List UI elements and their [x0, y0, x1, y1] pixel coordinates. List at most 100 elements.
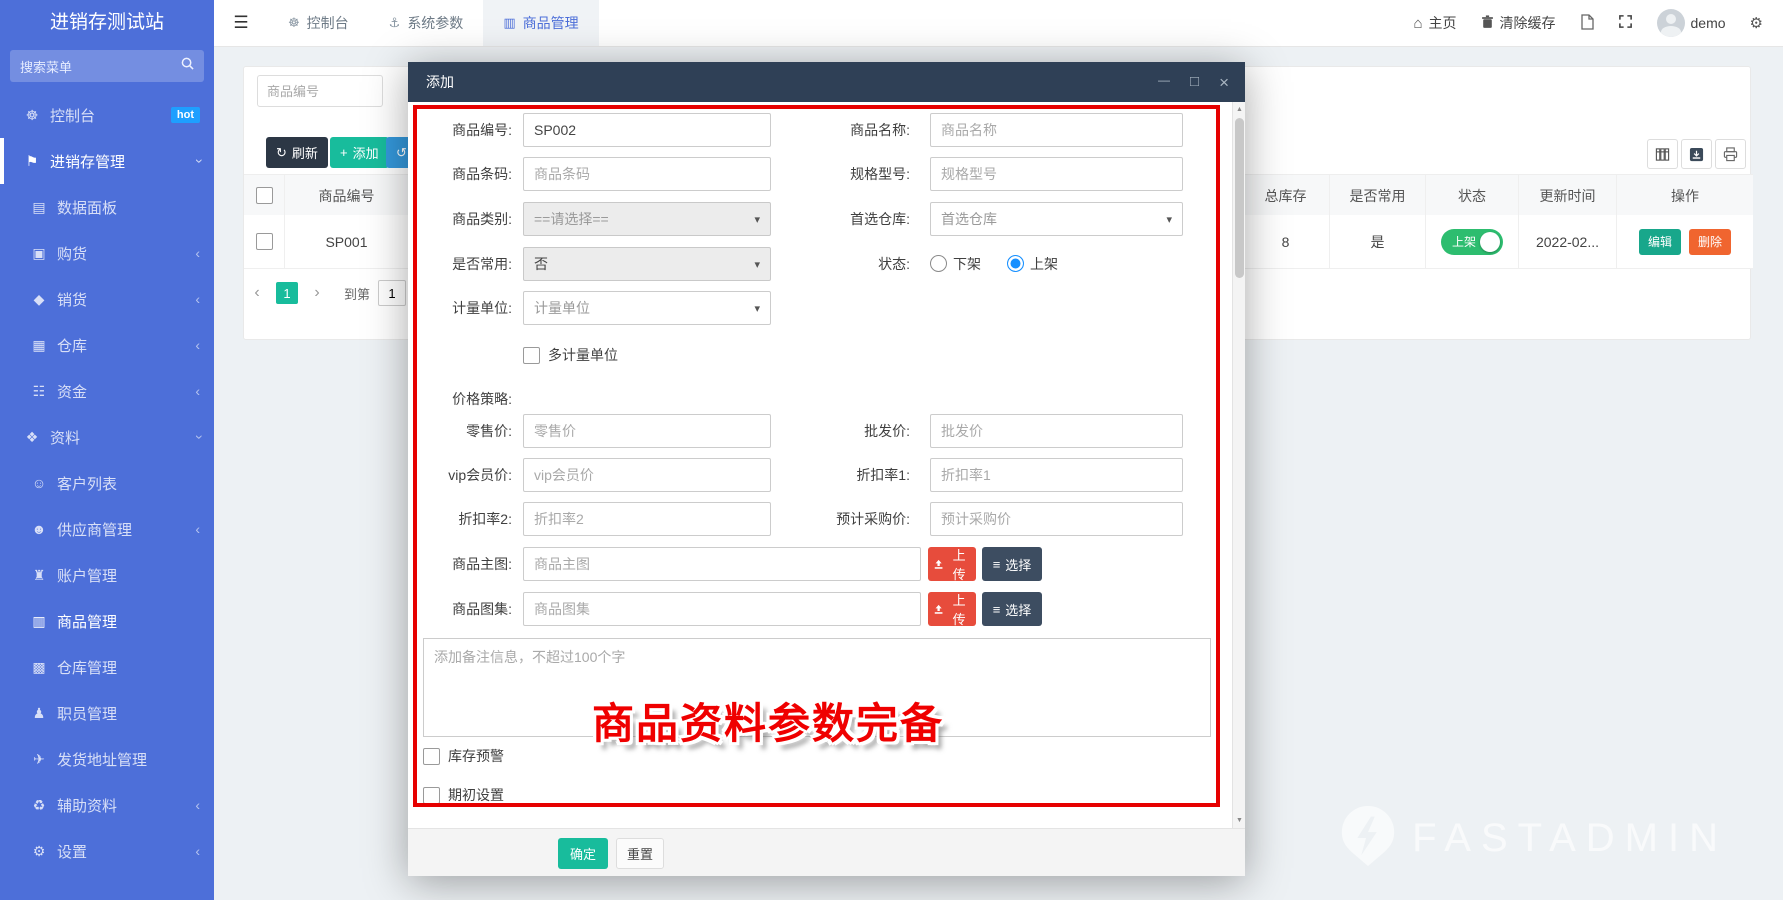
- sidebar-item-label: 账户管理: [57, 565, 117, 586]
- stock-warning-checkbox[interactable]: [423, 748, 440, 765]
- refresh-button[interactable]: ↻ 刷新: [266, 137, 328, 168]
- sidebar-item-settings[interactable]: ⚙ 设置 ‹: [0, 828, 214, 874]
- unit-select[interactable]: 计量单位 ▾: [523, 291, 771, 325]
- goto-page-label: 到第: [344, 284, 370, 303]
- radio-off-shelf[interactable]: 下架: [930, 254, 981, 274]
- confirm-button[interactable]: 确定: [558, 838, 608, 869]
- vip-input[interactable]: [523, 458, 771, 492]
- barcode-input[interactable]: [523, 157, 771, 191]
- col-sku[interactable]: 商品编号: [285, 175, 409, 216]
- wholesale-input[interactable]: [930, 414, 1183, 448]
- remark-textarea[interactable]: [423, 638, 1211, 737]
- sidebar-item-customers[interactable]: ☺ 客户列表: [0, 460, 214, 506]
- col-stock[interactable]: 总库存: [1242, 175, 1330, 216]
- warehouse-select[interactable]: 首选仓库 ▾: [930, 202, 1183, 236]
- sidebar-item-funds[interactable]: ☷ 资金 ‹: [0, 368, 214, 414]
- sidebar-item-goods[interactable]: ▥ 商品管理: [0, 598, 214, 644]
- clear-cache-link[interactable]: 清除缓存: [1481, 13, 1556, 33]
- menu-toggle-icon[interactable]: ☰: [214, 0, 268, 46]
- select-all-checkbox[interactable]: [256, 187, 273, 204]
- user-menu[interactable]: demo: [1657, 9, 1726, 37]
- discount1-input[interactable]: [930, 458, 1183, 492]
- multi-unit-checkbox[interactable]: [523, 347, 540, 364]
- status-label: 状态:: [814, 247, 910, 281]
- main-image-upload-button[interactable]: 上传: [928, 547, 976, 581]
- delete-button[interactable]: 删除: [1689, 229, 1731, 255]
- sku-input[interactable]: [523, 113, 771, 147]
- multi-unit-checkbox-row[interactable]: 多计量单位: [523, 345, 618, 365]
- prev-page-icon[interactable]: ‹: [244, 284, 270, 302]
- settings-menu[interactable]: ⚙: [1750, 14, 1763, 32]
- col-common[interactable]: 是否常用: [1330, 175, 1426, 216]
- sidebar-item-warehouse-mgmt[interactable]: ▩ 仓库管理: [0, 644, 214, 690]
- stock-warning-checkbox-row[interactable]: 库存预警: [423, 746, 504, 766]
- scroll-up-icon[interactable]: ▲: [1233, 106, 1245, 113]
- tab-goods-mgmt[interactable]: ▥ 商品管理: [483, 0, 598, 46]
- cell-sku: SP001: [285, 215, 409, 268]
- retail-input[interactable]: [523, 414, 771, 448]
- next-page-icon[interactable]: ›: [304, 284, 330, 302]
- sku-search-input[interactable]: [257, 75, 383, 107]
- sidebar-item-accounts[interactable]: ♜ 账户管理: [0, 552, 214, 598]
- reset-button[interactable]: 重置: [616, 838, 664, 869]
- sidebar-item-warehouse[interactable]: ▦ 仓库 ‹: [0, 322, 214, 368]
- page-1-button[interactable]: 1: [276, 282, 298, 304]
- scroll-down-icon[interactable]: ▼: [1233, 817, 1245, 824]
- sidebar-item-staff[interactable]: ♟ 职员管理: [0, 690, 214, 736]
- modal-titlebar[interactable]: 添加 — □ ×: [408, 62, 1245, 102]
- document-icon: [1580, 14, 1594, 33]
- row-select-cell[interactable]: [244, 215, 285, 268]
- name-input[interactable]: [930, 113, 1183, 147]
- initial-setup-checkbox[interactable]: [423, 787, 440, 804]
- changelog-button[interactable]: [1580, 14, 1594, 33]
- scrollbar-thumb[interactable]: [1235, 118, 1244, 278]
- close-icon[interactable]: ×: [1219, 74, 1229, 91]
- search-icon: [181, 57, 194, 75]
- col-updated[interactable]: 更新时间: [1519, 175, 1617, 216]
- sidebar-item-label: 进销存管理: [50, 151, 125, 172]
- sidebar-item-dashboard[interactable]: ☸ 控制台 hot: [0, 92, 214, 138]
- modal-scrollbar[interactable]: ▲ ▼: [1232, 102, 1245, 828]
- initial-setup-checkbox-row[interactable]: 期初设置: [423, 785, 504, 805]
- home-link[interactable]: ⌂ 主页: [1413, 13, 1456, 33]
- columns-toggle-button[interactable]: [1647, 139, 1678, 169]
- sidebar-search[interactable]: 搜索菜单: [10, 50, 204, 82]
- status-toggle[interactable]: 上架: [1441, 229, 1503, 255]
- tab-system-params[interactable]: ⚓ 系统参数: [369, 0, 484, 46]
- col-status[interactable]: 状态: [1426, 175, 1519, 216]
- print-button[interactable]: [1715, 139, 1746, 169]
- sidebar-item-invoicing[interactable]: ⚑ 进销存管理 ‹: [0, 138, 214, 184]
- edit-button[interactable]: 编辑: [1639, 229, 1681, 255]
- tab-dashboard[interactable]: ☸ 控制台: [268, 0, 369, 46]
- gallery-input[interactable]: [523, 592, 921, 626]
- gallery-choose-button[interactable]: ≡ 选择: [982, 592, 1042, 626]
- est-purchase-input[interactable]: [930, 502, 1183, 536]
- refresh-icon: ↻: [276, 145, 287, 161]
- main-image-input[interactable]: [523, 547, 921, 581]
- sidebar-item-purchase[interactable]: ▣ 购货 ‹: [0, 230, 214, 276]
- category-select[interactable]: ==请选择== ▾: [523, 202, 771, 236]
- sidebar-item-materials[interactable]: ❖ 资料 ‹: [0, 414, 214, 460]
- export-button[interactable]: [1681, 139, 1712, 169]
- purchase-icon: ▣: [27, 245, 51, 262]
- home-label: 主页: [1429, 13, 1457, 33]
- fullscreen-button[interactable]: [1618, 14, 1633, 32]
- tab-label: 商品管理: [523, 13, 579, 33]
- discount2-input[interactable]: [523, 502, 771, 536]
- restore-icon[interactable]: □: [1190, 74, 1199, 91]
- goto-page-input[interactable]: [378, 280, 406, 306]
- add-button[interactable]: + 添加: [330, 137, 389, 168]
- minimize-icon[interactable]: —: [1158, 74, 1170, 91]
- sidebar-item-shipping-address[interactable]: ✈ 发货地址管理: [0, 736, 214, 782]
- common-select[interactable]: 否 ▾: [523, 247, 771, 281]
- radio-on-shelf[interactable]: 上架: [1007, 254, 1058, 274]
- select-all-cell[interactable]: [244, 175, 285, 216]
- spec-input[interactable]: [930, 157, 1183, 191]
- gallery-upload-button[interactable]: 上传: [928, 592, 976, 626]
- sidebar-item-data-panel[interactable]: ▤ 数据面板: [0, 184, 214, 230]
- sidebar-item-auxiliary[interactable]: ♻ 辅助资料 ‹: [0, 782, 214, 828]
- main-image-choose-button[interactable]: ≡ 选择: [982, 547, 1042, 581]
- sidebar-item-suppliers[interactable]: ☻ 供应商管理 ‹: [0, 506, 214, 552]
- row-checkbox[interactable]: [256, 233, 273, 250]
- sidebar-item-sales[interactable]: ◆ 销货 ‹: [0, 276, 214, 322]
